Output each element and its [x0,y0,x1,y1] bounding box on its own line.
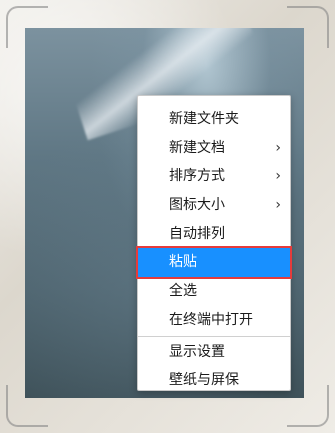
menu-item-sort-by[interactable]: 排序方式 › [138,162,290,191]
menu-item-new-folder[interactable]: 新建文件夹 [138,105,290,134]
menu-item-open-in-terminal[interactable]: 在终端中打开 [138,306,290,335]
menu-item-icon-size[interactable]: 图标大小 › [138,191,290,220]
menu-item-label: 新建文档 [169,139,225,156]
menu-item-label: 排序方式 [169,168,225,185]
chevron-right-icon: › [275,168,281,185]
menu-item-wallpaper-screensaver[interactable]: 壁纸与屏保 [138,366,290,395]
menu-item-display-settings[interactable]: 显示设置 [138,338,290,367]
chevron-right-icon: › [275,139,281,156]
menu-item-label: 壁纸与屏保 [169,372,239,389]
menu-item-new-document[interactable]: 新建文档 › [138,134,290,163]
desktop-context-menu: 新建文件夹 新建文档 › 排序方式 › 图标大小 › 自动排列 粘贴 全选 在终… [136,95,292,391]
menu-item-auto-arrange[interactable]: 自动排列 [138,220,290,249]
menu-item-paste[interactable]: 粘贴 [136,246,292,280]
menu-item-label: 全选 [169,283,197,300]
screenshot-frame: 新建文件夹 新建文档 › 排序方式 › 图标大小 › 自动排列 粘贴 全选 在终… [0,0,335,433]
menu-item-label: 在终端中打开 [169,311,253,328]
menu-separator [138,335,290,337]
menu-item-label: 显示设置 [169,343,225,360]
menu-item-label: 图标大小 [169,197,225,214]
menu-item-label: 粘贴 [169,254,197,271]
chevron-right-icon: › [275,197,281,214]
menu-item-label: 新建文件夹 [169,111,239,127]
menu-item-select-all[interactable]: 全选 [138,277,290,306]
menu-item-label: 自动排列 [169,225,225,242]
